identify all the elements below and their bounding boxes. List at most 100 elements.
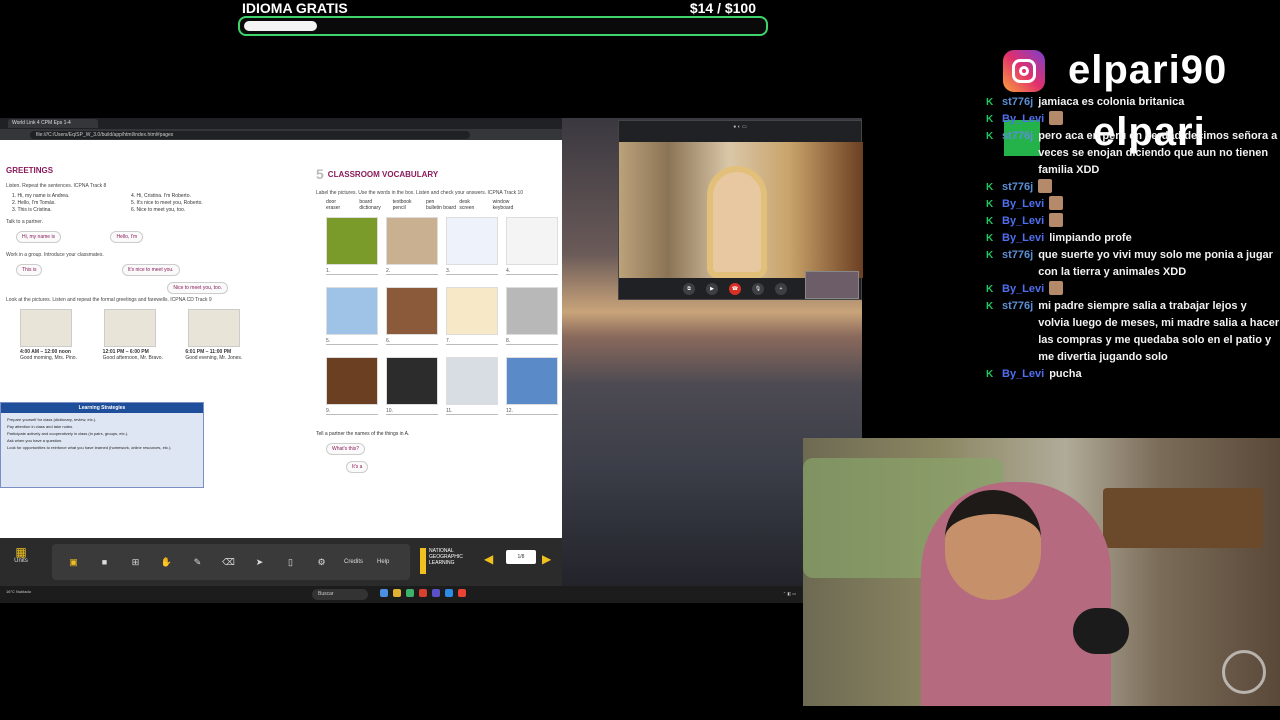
url-field[interactable]: file:///C:/Users/Eq/SP_W_3.0/build/app/h…: [30, 130, 470, 139]
app-icon[interactable]: [406, 589, 414, 597]
chat-username[interactable]: st776j: [1002, 128, 1033, 179]
speech-bubble: Nice to meet you, too.: [167, 282, 228, 294]
chrome-icon[interactable]: [458, 589, 466, 597]
chat-username[interactable]: By_Levi: [1002, 213, 1044, 230]
word-box: door board textbook pen desk window eras…: [326, 199, 526, 211]
vocab-item: 1.: [326, 217, 378, 281]
highlight-tool-icon[interactable]: ▣: [58, 557, 89, 568]
chat-username[interactable]: By_Levi: [1002, 196, 1044, 213]
pencil-picture: [446, 287, 498, 335]
app-icon[interactable]: [432, 589, 440, 597]
sentence: 4. Hi, Cristina. I'm Roberto.: [131, 193, 191, 199]
greetings-section: GREETINGS Listen. Repeat the sentences. …: [6, 166, 246, 361]
chat-username[interactable]: By_Levi: [1002, 281, 1044, 298]
browser-tab[interactable]: World Link 4 CPM Eps 1-4: [8, 119, 98, 128]
goal-progress-track: [238, 16, 768, 36]
chat-message: K By_Levi pucha: [984, 366, 1280, 383]
vocab-item: 9.: [326, 357, 378, 421]
vocabulary-section: 5 CLASSROOM VOCABULARY Label the picture…: [316, 166, 562, 476]
national-geographic-logo: NATIONAL GEOGRAPHIC LEARNING: [420, 548, 464, 574]
goal-progress-fill: [244, 21, 318, 31]
vocabulary-pictures: 1. 2. 3. 4. 5. 6. 7. 8. 9. 10. 11. 12.: [326, 217, 562, 421]
chat-username[interactable]: st776j: [1002, 247, 1033, 281]
eraser-picture: [446, 217, 498, 265]
page-number-field[interactable]: 1/8: [506, 550, 536, 564]
learning-strategies-box: Learning Strategies Prepare yourself for…: [0, 402, 204, 488]
browser-address-bar: file:///C:/Users/Eq/SP_W_3.0/build/app/h…: [0, 129, 562, 140]
kick-badge-icon: K: [986, 301, 994, 312]
kick-badge-icon: K: [986, 114, 994, 125]
add-people-icon[interactable]: +: [775, 283, 787, 295]
pointer-tool-icon[interactable]: ➤: [244, 557, 275, 568]
eraser-tool-icon[interactable]: ⌫: [213, 557, 244, 568]
sentence: 6. Nice to meet you, too.: [131, 207, 186, 213]
chat-message: K By_Levi: [984, 281, 1280, 298]
instruction: Look at the pictures. Listen and repeat …: [6, 297, 212, 303]
vocab-item: 10.: [386, 357, 438, 421]
help-button[interactable]: Help: [370, 559, 396, 565]
speech-bubble: It's a: [346, 461, 369, 473]
speech-bubble: This is: [16, 264, 43, 276]
chat-username[interactable]: st776j: [1002, 94, 1033, 111]
remote-video: [619, 142, 863, 278]
strategies-title: Learning Strategies: [1, 403, 203, 413]
folder-icon[interactable]: [393, 589, 401, 597]
section-number: 5: [316, 166, 324, 182]
microphone-icon[interactable]: 🎙: [752, 283, 764, 295]
chat-username[interactable]: st776j: [1002, 179, 1033, 196]
hand-tool-icon[interactable]: ✋: [151, 557, 182, 568]
chat-username[interactable]: By_Levi: [1002, 366, 1044, 383]
board-picture: [326, 357, 378, 405]
app-icon[interactable]: [419, 589, 427, 597]
instagram-icon: [1003, 50, 1045, 92]
camera-icon[interactable]: ▶: [706, 283, 718, 295]
vocab-item: 4.: [506, 217, 558, 281]
vocab-item: 5.: [326, 287, 378, 351]
app-icon[interactable]: [380, 589, 388, 597]
speech-bubble: Hello, I'm: [110, 231, 144, 243]
chat-message: K By_Levi: [984, 213, 1280, 230]
instagram-lens: [1019, 66, 1029, 76]
previous-page-icon[interactable]: ◀: [484, 552, 493, 566]
chat-username[interactable]: st776j: [1002, 298, 1033, 366]
kick-badge-icon: K: [986, 369, 994, 380]
page-tool-icon[interactable]: ▯: [275, 557, 306, 568]
next-page-icon[interactable]: ▶: [542, 552, 551, 566]
units-button[interactable]: ▦ Units: [8, 546, 34, 564]
bulletin-board-picture: [386, 217, 438, 265]
greetings-title: GREETINGS: [6, 166, 54, 175]
note-tool-icon[interactable]: ■: [89, 557, 120, 567]
chat-message: K By_Levi: [984, 111, 1280, 128]
sentence: 2. Hello, I'm Tomás.: [12, 200, 56, 206]
sentence-list: 1. Hi, my name is Andrea. 4. Hi, Cristin…: [12, 193, 246, 213]
chat-username[interactable]: By_Levi: [1002, 230, 1044, 247]
pen-tool-icon[interactable]: ✎: [182, 557, 213, 568]
speech-bubble: What's this?: [326, 443, 366, 455]
share-screen-icon[interactable]: ⧉: [683, 283, 695, 295]
lesson-page: GREETINGS Listen. Repeat the sentences. …: [0, 140, 562, 538]
speech-bubble: Hi, my name is: [16, 231, 62, 243]
window-picture: [326, 287, 378, 335]
instruction: Tell a partner the names of the things i…: [316, 431, 410, 437]
desk: [1103, 488, 1263, 548]
time-labels: 4:00 AM – 12:00 noon Good morning, Mrs. P…: [20, 349, 246, 361]
morning-picture: [20, 309, 72, 347]
chat-username[interactable]: By_Levi: [1002, 111, 1044, 128]
screen-picture: [446, 357, 498, 405]
weather-widget[interactable]: 16°C Nublado: [6, 589, 31, 594]
chat-message: K By_Levi: [984, 196, 1280, 213]
chat-text: que suerte yo vivi muy solo me ponia a j…: [1038, 249, 1273, 278]
kick-badge-icon: K: [986, 199, 994, 210]
chat-text: limpiando profe: [1049, 232, 1132, 244]
pen-picture: [506, 217, 558, 265]
taskbar-search[interactable]: Buscar: [312, 589, 368, 600]
credits-button[interactable]: Credits: [337, 559, 370, 565]
self-view[interactable]: [805, 271, 859, 299]
kick-badge-icon: K: [986, 216, 994, 227]
app-icon[interactable]: [445, 589, 453, 597]
settings-icon[interactable]: ⚙: [306, 557, 337, 568]
instruction: Label the pictures. Use the words in the…: [316, 190, 524, 196]
end-call-icon[interactable]: ☎: [729, 283, 741, 295]
zoom-tool-icon[interactable]: ⊞: [120, 557, 151, 568]
vocab-item: 6.: [386, 287, 438, 351]
